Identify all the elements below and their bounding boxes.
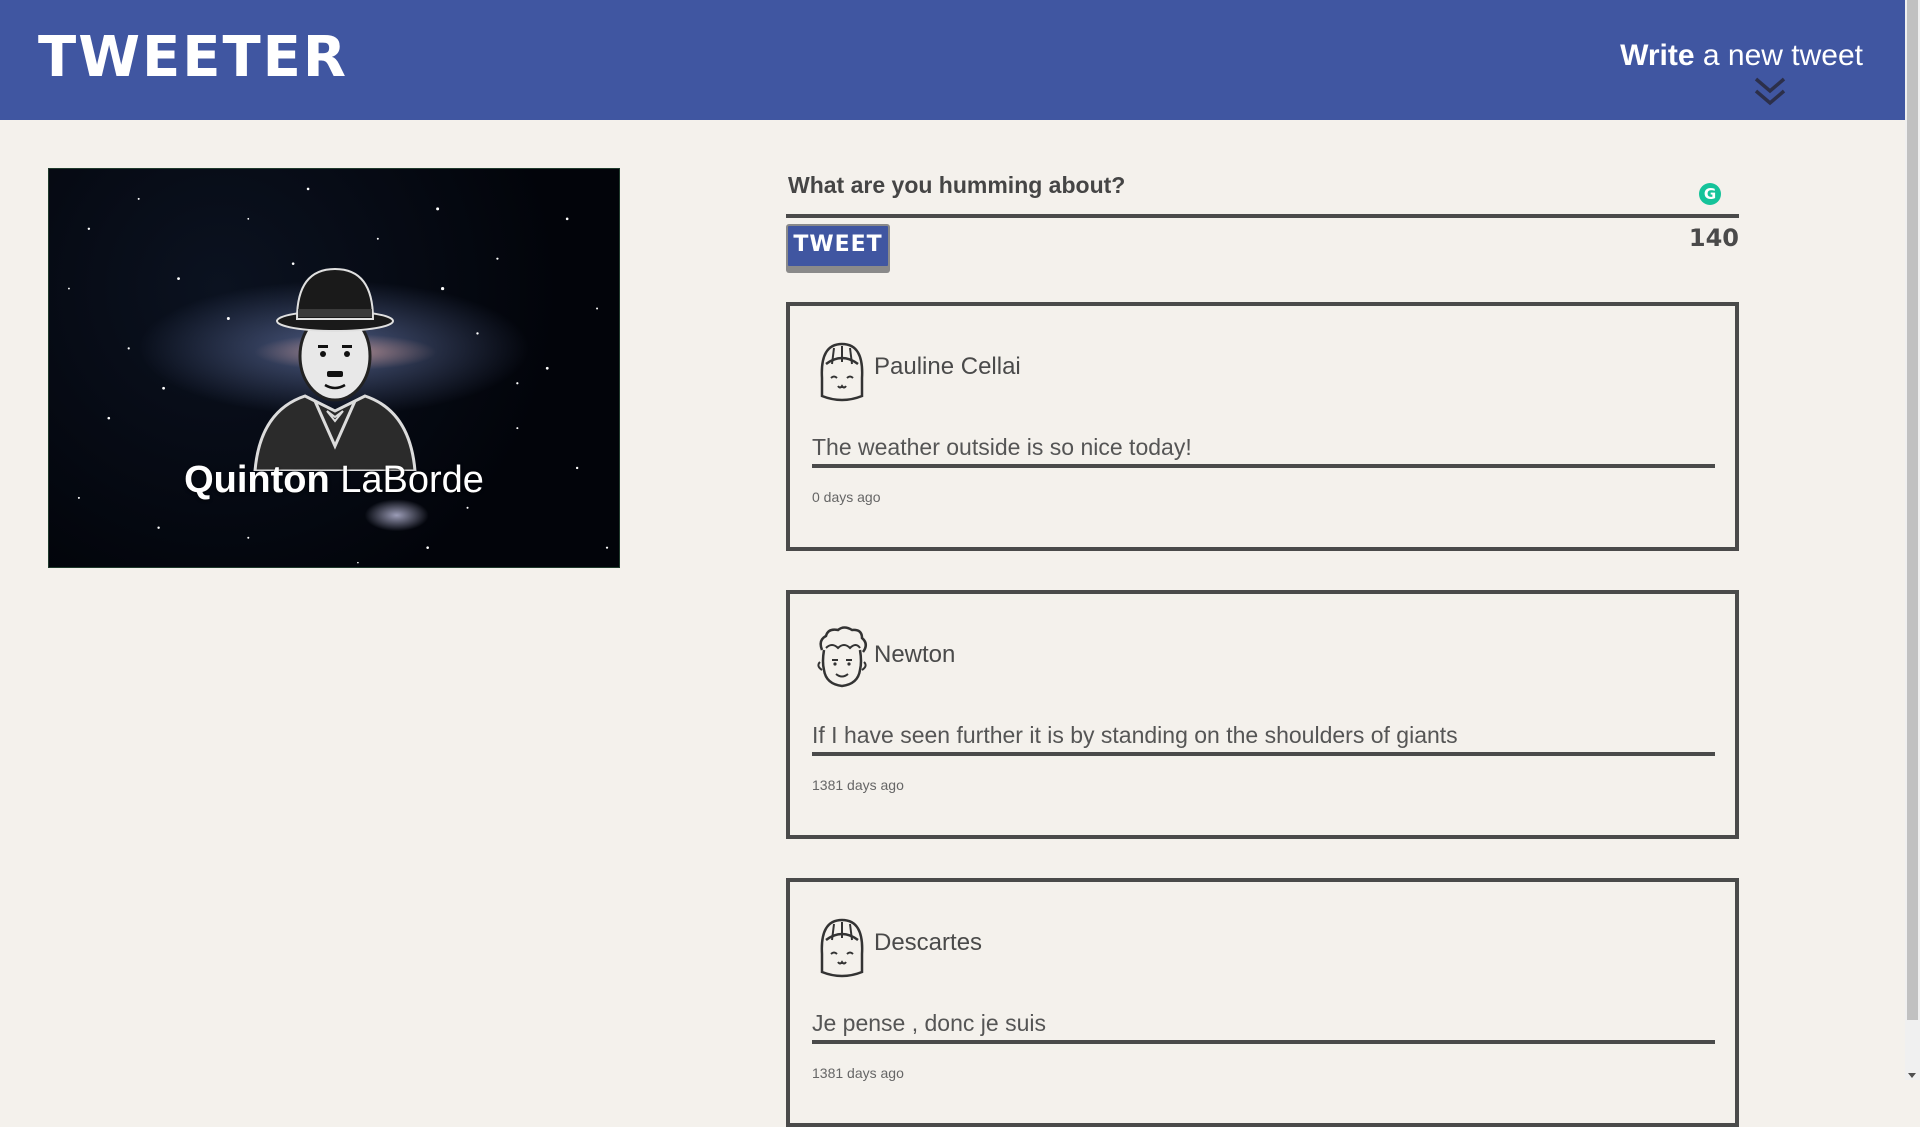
tweet-input-placeholder: What are you humming about? — [788, 172, 1126, 198]
tweet-author[interactable]: Descartes — [874, 929, 982, 957]
tweet-submit-button[interactable]: TWEET — [786, 224, 890, 268]
tweet-timestamp: 1381 days ago — [812, 777, 904, 793]
bowler-hat-man-avatar — [253, 267, 417, 471]
tweet-header: Pauline Cellai — [812, 338, 1021, 402]
tweet-card: Newton If I have seen further it is by s… — [786, 590, 1739, 839]
app-logo[interactable]: TWEETER — [38, 26, 348, 90]
compose-label-strong: Write — [1620, 39, 1695, 72]
tweet-timestamp: 1381 days ago — [812, 1065, 904, 1081]
tweet-header: Newton — [812, 626, 955, 690]
char-counter: 140 — [1688, 224, 1739, 252]
tweet-text: If I have seen further it is by standing… — [812, 720, 1715, 756]
tweet-card: Pauline Cellai The weather outside is so… — [786, 302, 1739, 551]
scroll-down-arrow-icon[interactable] — [1908, 1073, 1916, 1078]
new-tweet-form: What are you humming about? G TWEET 140 — [786, 168, 1739, 268]
page-scrollbar[interactable] — [1905, 0, 1920, 1080]
grammarly-icon[interactable]: G — [1699, 183, 1721, 205]
profile-name: Quinton LaBorde — [49, 459, 619, 502]
girl-avatar-icon — [820, 342, 864, 402]
tweet-text-input[interactable]: What are you humming about? G — [786, 168, 1739, 218]
tweet-author[interactable]: Newton — [874, 641, 955, 669]
scrollbar-thumb[interactable] — [1907, 0, 1918, 1020]
double-chevron-down-icon[interactable] — [1752, 76, 1788, 108]
tweet-header: Descartes — [812, 914, 982, 978]
tweet-text: Je pense , donc je suis — [812, 1008, 1715, 1044]
girl-avatar-icon — [820, 918, 864, 978]
profile-card: Quinton LaBorde — [48, 168, 620, 568]
top-nav: TWEETER Write a new tweet — [0, 0, 1905, 120]
tweet-card: Descartes Je pense , donc je suis 1381 d… — [786, 878, 1739, 1127]
profile-last-name: LaBorde — [329, 459, 484, 501]
tweet-text: The weather outside is so nice today! — [812, 432, 1715, 468]
compose-label[interactable]: Write a new tweet — [1620, 38, 1863, 74]
compose-toggle[interactable]: Write a new tweet — [1620, 38, 1863, 108]
tweet-author[interactable]: Pauline Cellai — [874, 353, 1021, 381]
tweet-timestamp: 0 days ago — [812, 489, 881, 505]
compose-label-light: a new tweet — [1694, 39, 1863, 72]
profile-first-name: Quinton — [184, 459, 330, 501]
curly-hair-avatar-icon — [817, 626, 867, 688]
